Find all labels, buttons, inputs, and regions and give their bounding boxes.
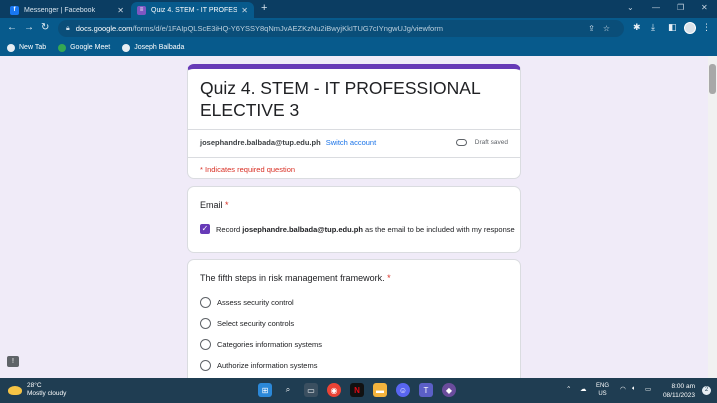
question-label: The fifth steps in risk management frame… xyxy=(200,273,385,283)
bookmark-star-icon[interactable]: ☆ xyxy=(603,24,618,33)
required-star: * xyxy=(387,273,391,283)
globe-icon xyxy=(122,43,131,52)
cloud-icon xyxy=(455,139,467,146)
bookmark-new-tab[interactable]: New Tab xyxy=(7,43,47,52)
file-explorer-icon[interactable]: ▬ xyxy=(373,383,387,397)
back-icon[interactable]: ← xyxy=(7,22,17,33)
weather-widget[interactable]: 28°C Mostly cloudy xyxy=(8,382,66,398)
record-email-text[interactable]: Record josephandre.balbada@tup.edu.ph as… xyxy=(216,225,515,234)
facebook-icon: f xyxy=(10,5,19,15)
windows-start-icon[interactable]: ⊞ xyxy=(258,383,272,397)
sidepanel-icon[interactable]: ◧ xyxy=(668,22,677,33)
bookmark-joseph-balbada[interactable]: Joseph Balbada xyxy=(122,43,185,52)
language-indicator[interactable]: ENG US xyxy=(596,382,609,398)
page-scrollbar[interactable] xyxy=(708,56,717,378)
radio-button[interactable] xyxy=(200,297,211,308)
url-host: docs.google.com xyxy=(75,24,133,33)
radio-button[interactable] xyxy=(200,339,211,350)
onedrive-icon[interactable]: ☁ xyxy=(580,385,587,393)
option-label: Categories information systems xyxy=(217,340,323,349)
scrollbar-thumb[interactable] xyxy=(709,64,716,94)
weather-icon xyxy=(8,385,22,395)
account-row: josephandre.balbada@tup.edu.ph Switch ac… xyxy=(188,129,520,157)
browser-tab-strip: f Messenger | Facebook ✕ ≡ Quiz 4. STEM … xyxy=(0,0,717,18)
radio-button[interactable] xyxy=(200,360,211,371)
google-forms-icon: ≡ xyxy=(137,5,146,15)
account-email: josephandre.balbada@tup.edu.ph xyxy=(200,138,321,147)
extensions-icon[interactable]: ✱ xyxy=(633,22,641,33)
search-icon[interactable]: ⌕ xyxy=(281,383,295,397)
close-window-icon[interactable]: ✕ xyxy=(701,3,708,12)
download-icon[interactable]: ⤓ xyxy=(651,22,655,33)
globe-icon xyxy=(7,43,15,52)
bookmarks-bar: New Tab Google Meet Joseph Balbada xyxy=(0,39,717,56)
email-label: Email xyxy=(200,200,223,210)
form-page: Quiz 4. STEM - IT PROFESSIONAL ELECTIVE … xyxy=(0,56,717,378)
tab-title: Quiz 4. STEM - IT PROFESSIONA xyxy=(151,6,238,14)
option-label: Select security controls xyxy=(217,319,295,328)
app-icon[interactable]: ◆ xyxy=(442,383,456,397)
notification-badge[interactable]: 2 xyxy=(702,386,711,395)
chevron-down-icon[interactable]: ⌄ xyxy=(627,3,634,12)
lock-icon[interactable]: 🔒︎ xyxy=(66,25,70,33)
chrome-icon[interactable]: ◉ xyxy=(327,383,341,397)
bookmark-google-meet[interactable]: Google Meet xyxy=(58,43,111,52)
discord-icon[interactable]: ☺ xyxy=(396,383,410,397)
required-note: * Indicates required question xyxy=(188,157,520,181)
task-view-icon[interactable]: ▭ xyxy=(304,383,318,397)
radio-button[interactable] xyxy=(200,318,211,329)
option-4[interactable]: Authorize information systems xyxy=(200,360,317,371)
feedback-icon[interactable]: ! xyxy=(7,356,19,367)
switch-account-link[interactable]: Switch account xyxy=(326,138,376,147)
close-tab-icon[interactable]: ✕ xyxy=(117,6,124,15)
forward-icon[interactable]: → xyxy=(24,22,34,33)
battery-icon[interactable]: ▭ xyxy=(645,385,651,393)
draft-status-text: Draft saved xyxy=(474,139,508,146)
chevron-up-icon[interactable]: ⌃ xyxy=(566,385,571,393)
share-icon[interactable]: ⇪ xyxy=(588,24,603,33)
new-tab-button[interactable]: + xyxy=(261,2,267,14)
volume-icon[interactable]: 🔈︎ xyxy=(632,385,636,393)
option-3[interactable]: Categories information systems xyxy=(200,339,322,350)
browser-toolbar: ← → ↻ 🔒︎ docs.google.com/forms/d/e/1FAIp… xyxy=(0,18,717,39)
profile-avatar[interactable] xyxy=(684,22,696,34)
menu-icon[interactable]: ⋮ xyxy=(702,22,711,33)
tab-quiz[interactable]: ≡ Quiz 4. STEM - IT PROFESSIONA ✕ xyxy=(131,2,254,18)
draft-status: Draft saved xyxy=(455,139,508,146)
question-card: The fifth steps in risk management frame… xyxy=(187,259,521,378)
reload-icon[interactable]: ↻ xyxy=(41,22,49,33)
system-clock[interactable]: 8:00 am 08/11/2023 xyxy=(663,382,695,400)
temperature: 28°C xyxy=(27,382,42,389)
teams-icon[interactable]: T xyxy=(419,383,433,397)
record-email-checkbox[interactable]: ✓ xyxy=(200,224,210,234)
tab-title: Messenger | Facebook xyxy=(24,6,96,14)
required-star: * xyxy=(225,200,229,210)
bookmark-label: Google Meet xyxy=(70,44,111,51)
tab-messenger[interactable]: f Messenger | Facebook ✕ xyxy=(4,2,130,18)
email-question-card: Email * ✓ Record josephandre.balbada@tup… xyxy=(187,186,521,253)
netflix-icon[interactable]: N xyxy=(350,383,364,397)
minimize-icon[interactable]: — xyxy=(652,3,660,12)
option-label: Assess security control xyxy=(217,298,294,307)
option-label: Authorize information systems xyxy=(217,361,318,370)
windows-taskbar: 28°C Mostly cloudy ⊞ ⌕ ▭ ◉ N ▬ ☺ T ◆ ⌃ ☁… xyxy=(0,378,717,403)
clock-date: 08/11/2023 xyxy=(662,392,695,399)
clock-time: 8:00 am xyxy=(671,383,696,390)
google-meet-icon xyxy=(58,43,67,52)
option-1[interactable]: Assess security control xyxy=(200,297,294,308)
record-email-address: josephandre.balbada@tup.edu.ph xyxy=(242,225,363,234)
option-2[interactable]: Select security controls xyxy=(200,318,294,329)
restore-icon[interactable]: ❐ xyxy=(677,3,684,12)
url-path: /forms/d/e/1FAIpQLScE3iHQ-Y6YSSY8qNmJvAE… xyxy=(132,24,443,33)
weather-text: Mostly cloudy xyxy=(27,390,67,397)
form-title: Quiz 4. STEM - IT PROFESSIONAL ELECTIVE … xyxy=(200,78,481,120)
close-tab-icon[interactable]: ✕ xyxy=(241,6,248,15)
form-header-card: Quiz 4. STEM - IT PROFESSIONAL ELECTIVE … xyxy=(187,64,521,179)
bookmark-label: Joseph Balbada xyxy=(134,44,185,51)
bookmark-label: New Tab xyxy=(19,44,47,51)
wifi-icon[interactable]: ◠ xyxy=(620,385,626,393)
address-bar[interactable]: 🔒︎ docs.google.com/forms/d/e/1FAIpQLScE3… xyxy=(58,20,624,37)
